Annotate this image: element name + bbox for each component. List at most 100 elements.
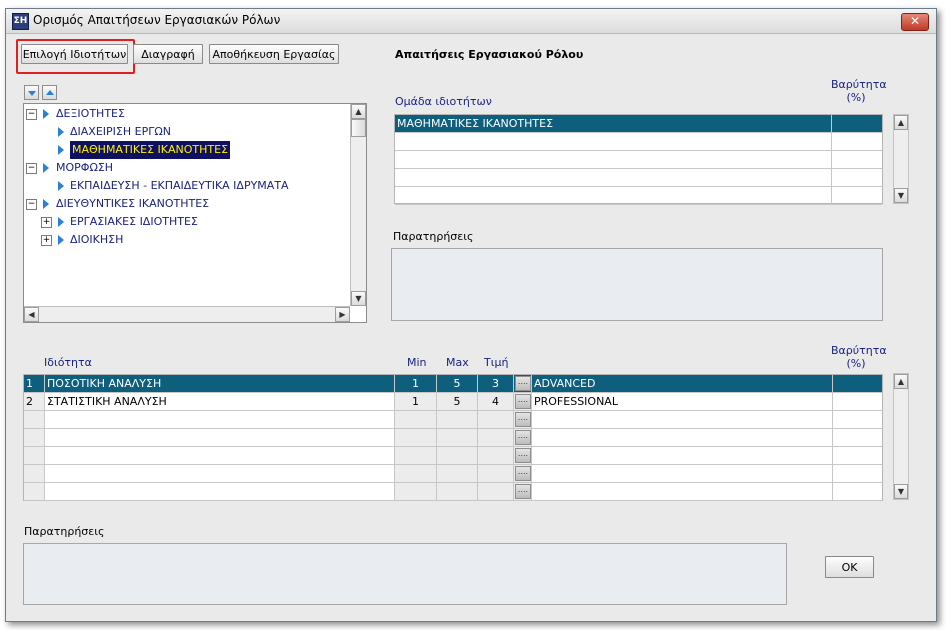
row-number-cell[interactable] xyxy=(24,465,45,482)
group-row[interactable] xyxy=(395,133,882,151)
scroll-up-icon[interactable]: ▲ xyxy=(894,115,908,130)
scroll-down-icon[interactable]: ▼ xyxy=(894,484,908,499)
property-cell[interactable] xyxy=(45,483,395,500)
min-cell[interactable]: 1 xyxy=(395,393,437,410)
max-cell[interactable] xyxy=(437,465,478,482)
min-cell[interactable] xyxy=(395,429,437,446)
value-cell[interactable] xyxy=(478,465,514,482)
scrollbar-thumb[interactable] xyxy=(351,119,366,137)
max-cell[interactable]: 5 xyxy=(437,393,478,410)
scroll-up-icon[interactable]: ▲ xyxy=(351,104,366,119)
delete-button[interactable]: Διαγραφή xyxy=(133,44,203,64)
max-cell[interactable] xyxy=(437,447,478,464)
collapse-all-button[interactable] xyxy=(42,85,57,100)
ellipsis-lookup-icon[interactable]: .... xyxy=(515,448,531,463)
group-weight-cell[interactable] xyxy=(832,151,882,168)
level-cell[interactable]: ADVANCED xyxy=(532,375,833,392)
property-cell[interactable] xyxy=(45,465,395,482)
group-name-cell[interactable]: ΜΑΘΗΜΑΤΙΚΕΣ ΙΚΑΝΟΤΗΤΕΣ xyxy=(395,115,832,132)
group-row[interactable] xyxy=(395,151,882,169)
group-row[interactable]: ΜΑΘΗΜΑΤΙΚΕΣ ΙΚΑΝΟΤΗΤΕΣ xyxy=(395,115,882,133)
table-row[interactable]: .... xyxy=(24,429,882,447)
properties-scrollbar[interactable]: ▲ ▼ xyxy=(893,373,909,500)
collapse-icon[interactable]: − xyxy=(26,163,37,174)
table-row[interactable]: .... xyxy=(24,447,882,465)
scroll-left-icon[interactable]: ◀ xyxy=(24,307,39,322)
property-cell[interactable]: ΣΤΑΤΙΣΤΙΚΗ ΑΝΑΛΥΣΗ xyxy=(45,393,395,410)
table-row[interactable]: .... xyxy=(24,483,882,501)
collapse-icon[interactable]: − xyxy=(26,109,37,120)
ellipsis-lookup-icon[interactable]: .... xyxy=(515,466,531,481)
row-number-cell[interactable] xyxy=(24,447,45,464)
expand-icon[interactable]: + xyxy=(41,235,52,246)
tree-item[interactable]: − ΔΙΕΥΘΥΝΤΙΚΕΣ ΙΚΑΝΟΤΗΤΕΣ xyxy=(24,195,348,213)
ellipsis-lookup-icon[interactable]: .... xyxy=(515,430,531,445)
tree-item[interactable]: − ΔΕΞΙΟΤΗΤΕΣ xyxy=(24,105,348,123)
table-row[interactable]: 1 ΠΟΣΟΤΙΚΗ ΑΝΑΛΥΣΗ 1 5 3 ADVANCED.... xyxy=(24,375,882,393)
level-cell[interactable] xyxy=(532,429,833,446)
group-row[interactable] xyxy=(395,169,882,187)
weight-cell[interactable] xyxy=(833,447,882,464)
tree-item[interactable]: ΕΚΠΑΙΔΕΥΣΗ - ΕΚΠΑΙΔΕΥΤΙΚΑ ΙΔΡΥΜΑΤΑ xyxy=(24,177,348,195)
tree-item[interactable]: ΔΙΑΧΕΙΡΙΣΗ ΕΡΓΩΝ xyxy=(24,123,348,141)
tree-item[interactable]: − ΜΟΡΦΩΣΗ xyxy=(24,159,348,177)
expand-all-button[interactable] xyxy=(24,85,39,100)
ellipsis-lookup-icon[interactable]: .... xyxy=(515,484,531,499)
value-cell[interactable] xyxy=(478,429,514,446)
ok-button[interactable]: OK xyxy=(825,556,874,578)
property-cell[interactable] xyxy=(45,411,395,428)
expand-icon[interactable]: + xyxy=(41,217,52,228)
min-cell[interactable] xyxy=(395,483,437,500)
group-name-cell[interactable] xyxy=(395,151,832,168)
weight-cell[interactable] xyxy=(833,411,882,428)
max-cell[interactable] xyxy=(437,483,478,500)
max-cell[interactable] xyxy=(437,411,478,428)
tree-item[interactable]: ΜΑΘΗΜΑΤΙΚΕΣ ΙΚΑΝΟΤΗΤΕΣ xyxy=(24,141,348,159)
property-groups-grid[interactable]: ΜΑΘΗΜΑΤΙΚΕΣ ΙΚΑΝΟΤΗΤΕΣ xyxy=(394,114,883,205)
row-number-cell[interactable]: 1 xyxy=(24,375,45,392)
level-cell[interactable]: PROFESSIONAL xyxy=(532,393,833,410)
level-cell[interactable] xyxy=(532,447,833,464)
scroll-right-icon[interactable]: ▶ xyxy=(335,307,350,322)
min-cell[interactable] xyxy=(395,465,437,482)
groups-scrollbar[interactable]: ▲ ▼ xyxy=(893,114,909,204)
properties-tree[interactable]: − ΔΕΞΙΟΤΗΤΕΣ ΔΙΑΧΕΙΡΙΣΗ ΕΡΓΩΝ ΜΑΘΗΜΑΤΙΚΕΣ Ι… xyxy=(23,103,367,323)
ellipsis-lookup-icon[interactable]: .... xyxy=(515,376,531,391)
scroll-down-icon[interactable]: ▼ xyxy=(351,291,366,306)
row-number-cell[interactable] xyxy=(24,411,45,428)
tree-item[interactable]: + ΔΙΟΙΚΗΣΗ xyxy=(24,231,348,249)
property-cell[interactable] xyxy=(45,429,395,446)
properties-grid[interactable]: 1 ΠΟΣΟΤΙΚΗ ΑΝΑΛΥΣΗ 1 5 3 ADVANCED.... 2 ΣΤΑΤΙΣΤ… xyxy=(23,374,883,501)
value-cell[interactable] xyxy=(478,447,514,464)
collapse-icon[interactable]: − xyxy=(26,199,37,210)
title-bar[interactable]: ΣΗ Ορισμός Απαιτήσεων Εργασιακών Ρόλων ✕ xyxy=(6,9,936,34)
property-cell[interactable] xyxy=(45,447,395,464)
min-cell[interactable] xyxy=(395,447,437,464)
level-cell[interactable] xyxy=(532,465,833,482)
max-cell[interactable] xyxy=(437,429,478,446)
table-row[interactable]: .... xyxy=(24,411,882,429)
scroll-up-icon[interactable]: ▲ xyxy=(894,374,908,389)
row-number-cell[interactable]: 2 xyxy=(24,393,45,410)
weight-cell[interactable] xyxy=(833,465,882,482)
level-cell[interactable] xyxy=(532,483,833,500)
value-cell[interactable] xyxy=(478,483,514,500)
group-weight-cell[interactable] xyxy=(832,187,882,204)
row-number-cell[interactable] xyxy=(24,483,45,500)
weight-cell[interactable] xyxy=(833,393,882,410)
value-cell[interactable]: 3 xyxy=(478,375,514,392)
weight-cell[interactable] xyxy=(833,483,882,500)
notes-textarea-bottom[interactable] xyxy=(23,543,787,605)
group-row[interactable] xyxy=(395,187,882,205)
weight-cell[interactable] xyxy=(833,429,882,446)
notes-textarea-top[interactable] xyxy=(391,248,883,321)
ellipsis-lookup-icon[interactable]: .... xyxy=(515,394,531,409)
value-cell[interactable]: 4 xyxy=(478,393,514,410)
tree-horizontal-scrollbar[interactable]: ◀ ▶ xyxy=(24,306,350,322)
group-weight-cell[interactable] xyxy=(832,133,882,150)
min-cell[interactable]: 1 xyxy=(395,375,437,392)
ellipsis-lookup-icon[interactable]: .... xyxy=(515,412,531,427)
scroll-down-icon[interactable]: ▼ xyxy=(894,188,908,203)
tree-vertical-scrollbar[interactable]: ▲ ▼ xyxy=(350,104,366,306)
weight-cell[interactable] xyxy=(833,375,882,392)
